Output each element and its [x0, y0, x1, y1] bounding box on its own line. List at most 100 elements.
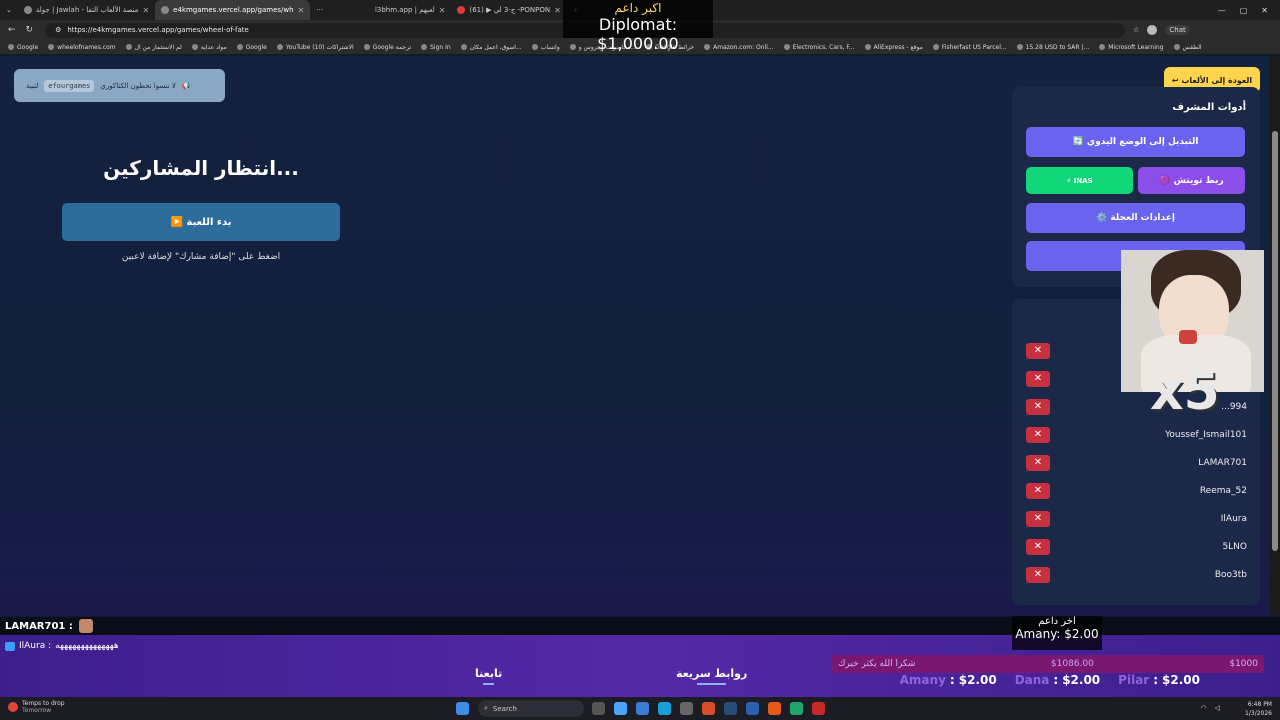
chrome-icon[interactable] — [636, 702, 649, 715]
firefox-icon[interactable] — [768, 702, 781, 715]
bookmark-item[interactable]: الطقس — [1173, 44, 1202, 51]
bookmark-item[interactable]: Google — [236, 44, 267, 51]
participant-name: IlAura — [1220, 514, 1247, 524]
edge-icon[interactable] — [658, 702, 671, 715]
remove-participant-button[interactable]: ✕ — [1026, 567, 1050, 583]
minimize-icon[interactable]: — — [1218, 6, 1226, 15]
participant-row: ✕ IlAura — [1026, 510, 1247, 528]
remove-participant-button[interactable]: ✕ — [1026, 511, 1050, 527]
participant-row: ✕ LAMAR701 — [1026, 454, 1247, 472]
tab-youtube[interactable]: (61) ▶ ج-3 لي -PONPON ✕ — [451, 0, 566, 20]
brave-icon[interactable] — [702, 702, 715, 715]
tab-jawlah[interactable]: جولة | Jawlah - منصة الألعاب التفا ✕ — [18, 0, 155, 20]
quick-links-link[interactable]: روابط سريعة — [676, 667, 747, 685]
manual-mode-button[interactable]: 🔄 التبديل إلى الوضع اليدوي — [1026, 127, 1245, 157]
app-icon[interactable] — [812, 702, 825, 715]
tab-menu-button[interactable]: ⌄ — [0, 0, 18, 20]
donation-entry: Amany: $2.00 — [900, 673, 997, 691]
steam-icon[interactable] — [746, 702, 759, 715]
bookmark-item[interactable]: 15.28 USD to SAR |... — [1016, 44, 1089, 51]
bookmark-favicon-icon — [276, 44, 283, 50]
close-icon[interactable]: ✕ — [554, 6, 561, 15]
copilot-icon[interactable] — [614, 702, 627, 715]
bookmark-item[interactable]: YouTube (10) الاشتراكات — [276, 44, 354, 51]
app-icon[interactable] — [790, 702, 803, 715]
badge-icon — [5, 641, 15, 651]
participant-row: ✕ 5LNO — [1026, 538, 1247, 556]
bookmark-item[interactable]: Microsoft Learning — [1099, 44, 1164, 51]
weather-widget[interactable]: Temps to drop Tomorrow — [8, 700, 65, 714]
youtube-icon — [457, 6, 466, 14]
wifi-icon[interactable]: ◠ — [1201, 704, 1207, 712]
wheel-settings-button[interactable]: ⚙️ إعدادات العجلة — [1026, 203, 1245, 233]
bookmark-favicon-icon — [421, 44, 428, 50]
scrollbar[interactable] — [1270, 56, 1280, 616]
link-twitch-button[interactable]: 🟣 ربط تويتش — [1138, 167, 1245, 194]
maximize-icon[interactable]: ▢ — [1240, 6, 1248, 15]
top-donor-value: Diplomat: $1,000.00 — [597, 15, 679, 53]
star-icon[interactable]: ☆ — [1133, 26, 1139, 34]
participant-name: Youssef_Ismail101 — [1165, 430, 1247, 440]
chat-message: ههههههههههههههه — [55, 641, 119, 651]
remove-participant-button[interactable]: ✕ — [1026, 539, 1050, 555]
participant-name: LAMAR701 — [1198, 458, 1247, 468]
bookmark-item[interactable]: Google ترجمة — [363, 44, 411, 51]
inas-button[interactable]: ⚡ INAS — [1026, 167, 1133, 194]
site-info-icon[interactable]: ⚙ — [55, 26, 61, 34]
tab-wheel-of-fate[interactable]: e4kmgames.vercel.app/games/wh ✕ — [155, 0, 311, 20]
bookmark-item[interactable]: واتساب — [531, 44, 560, 51]
donation-amount: $2.00 — [1062, 673, 1101, 687]
taskbar-search[interactable]: ⌕ Search — [478, 700, 584, 717]
system-tray: ◠ ◁ — [1201, 704, 1221, 712]
remove-participant-button[interactable]: ✕ — [1026, 371, 1050, 387]
volume-icon[interactable]: ◁ — [1215, 704, 1220, 712]
top-donor-overlay: اكبر داعم Diplomat: $1,000.00 — [563, 0, 713, 53]
remove-participant-button[interactable]: ✕ — [1026, 455, 1050, 471]
bookmark-favicon-icon — [783, 44, 790, 50]
bookmark-item[interactable]: اسوق، اعمل مكان... — [460, 44, 522, 51]
remove-participant-button[interactable]: ✕ — [1026, 427, 1050, 443]
bookmark-item[interactable]: لم الاستثمار من ال — [125, 44, 182, 51]
bookmark-item[interactable]: AliExpress - موقع — [864, 44, 923, 51]
ticker-goal: $1000 — [1229, 659, 1258, 669]
remove-participant-button[interactable]: ✕ — [1026, 399, 1050, 415]
start-game-button[interactable]: ▶️ بدء اللعبة — [62, 203, 340, 241]
close-icon[interactable]: ✕ — [439, 6, 446, 15]
tab-more[interactable]: ··· — [310, 0, 329, 20]
tab-l3bhm[interactable]: l3bhm.app | لعبهم ✕ — [369, 0, 452, 20]
scrollbar-thumb[interactable] — [1272, 131, 1278, 551]
follow-us-link[interactable]: تابعنا — [475, 667, 502, 685]
steam-icon[interactable] — [724, 702, 737, 715]
bookmark-favicon-icon — [1016, 44, 1023, 50]
bookmark-item[interactable]: Fisherfast US Parcel... — [932, 44, 1007, 51]
bookmark-item[interactable]: wheelofnames.com — [48, 44, 116, 51]
bookmark-item[interactable]: Amazon.com: Onli... — [704, 44, 774, 51]
reload-icon[interactable]: ↻ — [26, 25, 34, 35]
store-icon[interactable] — [680, 702, 693, 715]
task-view-icon[interactable] — [592, 702, 605, 715]
ticker-message: شكرا الله يكثر خيرك — [838, 659, 916, 669]
start-icon[interactable] — [456, 702, 469, 715]
waiting-title: انتظار المشاركين... — [103, 156, 299, 180]
bookmark-item[interactable]: Sign In — [421, 44, 451, 51]
bookmark-favicon-icon — [8, 44, 14, 50]
close-icon[interactable]: ✕ — [142, 6, 149, 15]
chat-button[interactable]: Chat — [1165, 25, 1190, 35]
participant-name: ...994 — [1221, 402, 1247, 412]
bookmark-item[interactable]: مواد عداية — [191, 44, 227, 51]
close-window-icon[interactable]: ✕ — [1261, 6, 1268, 15]
back-arrow-icon[interactable]: ← — [8, 25, 16, 35]
bookmark-favicon-icon — [460, 44, 467, 50]
profile-icon[interactable] — [1147, 25, 1158, 35]
nav-buttons: ← ↻ — [0, 25, 41, 35]
taskbar-clock[interactable]: 6:48 PM 1/3/2026 — [1245, 700, 1272, 718]
donor-name: Dana — [1014, 673, 1050, 687]
add-participant-hint: اضغط على "إضافة مشارك" لإضافة لاعبين — [121, 252, 281, 262]
remove-participant-button[interactable]: ✕ — [1026, 343, 1050, 359]
bookmark-favicon-icon — [1173, 44, 1180, 50]
remove-participant-button[interactable]: ✕ — [1026, 483, 1050, 499]
bookmark-item[interactable]: Electronics, Cars, F... — [783, 44, 855, 51]
bookmark-item[interactable]: Google — [8, 44, 38, 51]
close-icon[interactable]: ✕ — [298, 6, 305, 15]
bookmark-favicon-icon — [932, 44, 939, 50]
